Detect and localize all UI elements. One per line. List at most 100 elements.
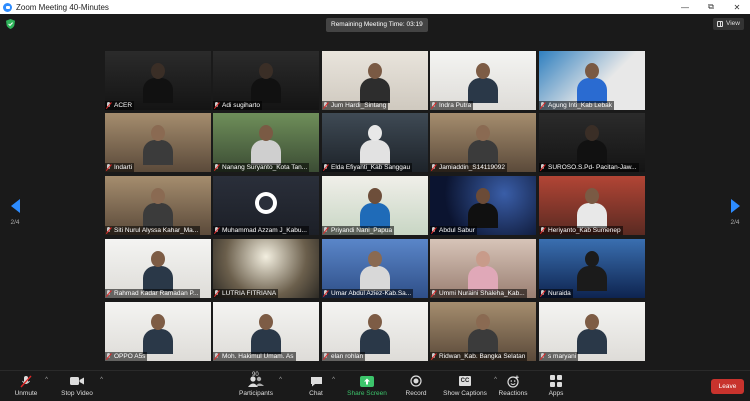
leave-button[interactable]: Leave [711, 379, 744, 394]
reactions-label: Reactions [498, 390, 528, 397]
muted-mic-icon [431, 164, 437, 171]
muted-mic-icon [106, 290, 112, 297]
participant-tile[interactable]: elan rohlan [322, 302, 428, 361]
participant-name: ACER [114, 102, 133, 109]
view-button[interactable]: View [713, 18, 744, 30]
stop-video-label: Stop Video [61, 390, 93, 397]
obs-logo-icon [255, 191, 277, 214]
participant-name-label: Rahmad Kadar Ramadan P... [105, 289, 201, 298]
maximize-button[interactable]: ⧉ [698, 0, 724, 14]
minimize-button[interactable]: — [672, 0, 698, 14]
participant-silhouette [468, 188, 498, 228]
video-options-caret-icon[interactable]: ^ [100, 377, 103, 383]
show-captions-label: Show Captions [443, 390, 487, 397]
participant-tile[interactable]: Ridwan_Kab. Bangka Selatan [430, 302, 536, 361]
window-controls: — ⧉ ✕ [672, 0, 750, 14]
muted-mic-icon [540, 164, 546, 171]
muted-microphone-icon [20, 375, 32, 387]
participant-tile[interactable]: Jum Hardi_Sintang [322, 51, 428, 110]
muted-mic-icon [106, 102, 112, 109]
muted-mic-icon [431, 102, 437, 109]
participant-tile[interactable]: OPPO A5s [105, 302, 211, 361]
unmute-button[interactable]: Unmute ^ [12, 374, 48, 397]
participants-caret-icon[interactable]: ^ [279, 377, 282, 383]
participant-tile[interactable]: Ummi Nuraini Shaleha_Kab... [430, 239, 536, 298]
close-button[interactable]: ✕ [724, 0, 750, 14]
participant-silhouette [577, 188, 607, 228]
muted-mic-icon [540, 102, 546, 109]
participant-tile[interactable]: Nanang Suryanto_Kota Tan... [213, 113, 319, 172]
participant-tile[interactable]: Siti Nurul Alyssa Kahar_Ma... [105, 176, 211, 235]
share-screen-label: Share Screen [347, 390, 387, 397]
participant-name: Heriyanto_Kab Sumenep [548, 227, 621, 234]
participant-name-label: Elda Efiyanti_Kab Sanggau [322, 163, 413, 172]
participant-silhouette [468, 63, 498, 103]
view-label: View [726, 20, 740, 27]
audio-options-caret-icon[interactable]: ^ [45, 377, 48, 383]
participant-tile[interactable]: Indarti [105, 113, 211, 172]
participant-name-label: Indarti [105, 163, 135, 172]
meeting-toolbar: Unmute ^ Stop Video ^ 90 Participants ^ … [0, 370, 750, 401]
participant-tile[interactable]: Priyandi Nani_Papua [322, 176, 428, 235]
participant-name: Nuraida [548, 290, 571, 297]
reactions-button[interactable]: Reactions [497, 374, 529, 397]
stop-video-button[interactable]: Stop Video ^ [59, 374, 103, 397]
participant-name: OPPO A5s [114, 353, 146, 360]
participant-tile[interactable]: Muhammad Azzam J_Kabu... [213, 176, 319, 235]
show-captions-button[interactable]: CC Show Captions ^ [441, 374, 497, 397]
participant-name: Agung Inti_Kab Lebak [548, 102, 612, 109]
participant-tile[interactable]: s maryani [539, 302, 645, 361]
unmute-label: Unmute [14, 390, 38, 397]
participant-name-label: Muhammad Azzam J_Kabu... [213, 226, 309, 235]
next-page-button[interactable]: 2/4 [726, 199, 744, 226]
apps-button[interactable]: Apps [546, 374, 566, 397]
participant-name-label: Ummi Nuraini Shaleha_Kab... [430, 289, 527, 298]
chat-caret-icon[interactable]: ^ [332, 377, 335, 383]
participant-silhouette [143, 188, 173, 228]
participant-name-label: Moh. Hakimul Umam. As [213, 352, 296, 361]
participant-tile[interactable]: Indra Putra [430, 51, 536, 110]
apps-icon [550, 375, 562, 387]
muted-mic-icon [214, 290, 220, 297]
participant-tile[interactable]: Agung Inti_Kab Lebak [539, 51, 645, 110]
participant-silhouette [577, 63, 607, 103]
security-shield-icon[interactable] [6, 19, 15, 29]
participant-silhouette [577, 125, 607, 165]
participants-button[interactable]: 90 Participants ^ [236, 372, 282, 397]
chat-button[interactable]: Chat ^ [305, 374, 335, 397]
participant-tile[interactable]: Nuraida [539, 239, 645, 298]
share-screen-button[interactable]: Share Screen [346, 374, 388, 397]
participant-silhouette [143, 125, 173, 165]
participant-tile[interactable]: Adi sugiharto [213, 51, 319, 110]
participant-name-label: Agung Inti_Kab Lebak [539, 101, 614, 110]
participant-name: LUTRIA FITRIANA [222, 290, 277, 297]
participant-silhouette [577, 251, 607, 291]
participant-tile[interactable]: SUROSO.S.Pd- Pacitan-Jaw... [539, 113, 645, 172]
participant-name-label: Ridwan_Kab. Bangka Selatan [430, 352, 528, 361]
participant-tile[interactable]: LUTRIA FITRIANA [213, 239, 319, 298]
reaction-smiley-icon [506, 375, 519, 388]
muted-mic-icon [431, 227, 437, 234]
participant-tile[interactable]: Elda Efiyanti_Kab Sanggau [322, 113, 428, 172]
chat-bubble-icon [310, 376, 322, 386]
participant-name-label: Priyandi Nani_Papua [322, 226, 395, 235]
participant-tile[interactable]: Jamiaddin_S14119092 [430, 113, 536, 172]
view-grid-icon [717, 21, 724, 27]
participant-tile[interactable]: ACER [105, 51, 211, 110]
participant-silhouette [360, 314, 390, 354]
share-screen-icon [360, 375, 374, 387]
muted-mic-icon [540, 353, 546, 360]
participant-tile[interactable]: Heriyanto_Kab Sumenep [539, 176, 645, 235]
previous-page-button[interactable]: 2/4 [6, 199, 24, 226]
participant-name-label: OPPO A5s [105, 352, 148, 361]
participant-name: SUROSO.S.Pd- Pacitan-Jaw... [548, 164, 637, 171]
video-gallery: Remaining Meeting Time: 03:19 View 2/4 2… [0, 14, 750, 370]
page-indicator-right: 2/4 [730, 219, 740, 226]
participant-silhouette [251, 125, 281, 165]
participant-tile[interactable]: Umar Abdul Aziez-Kab.Sa... [322, 239, 428, 298]
participant-tile[interactable]: Abdul Sabur [430, 176, 536, 235]
participant-tile[interactable]: Moh. Hakimul Umam. As [213, 302, 319, 361]
record-button[interactable]: Record [404, 374, 428, 397]
participant-tile[interactable]: Rahmad Kadar Ramadan P... [105, 239, 211, 298]
closed-captions-icon: CC [458, 376, 472, 386]
